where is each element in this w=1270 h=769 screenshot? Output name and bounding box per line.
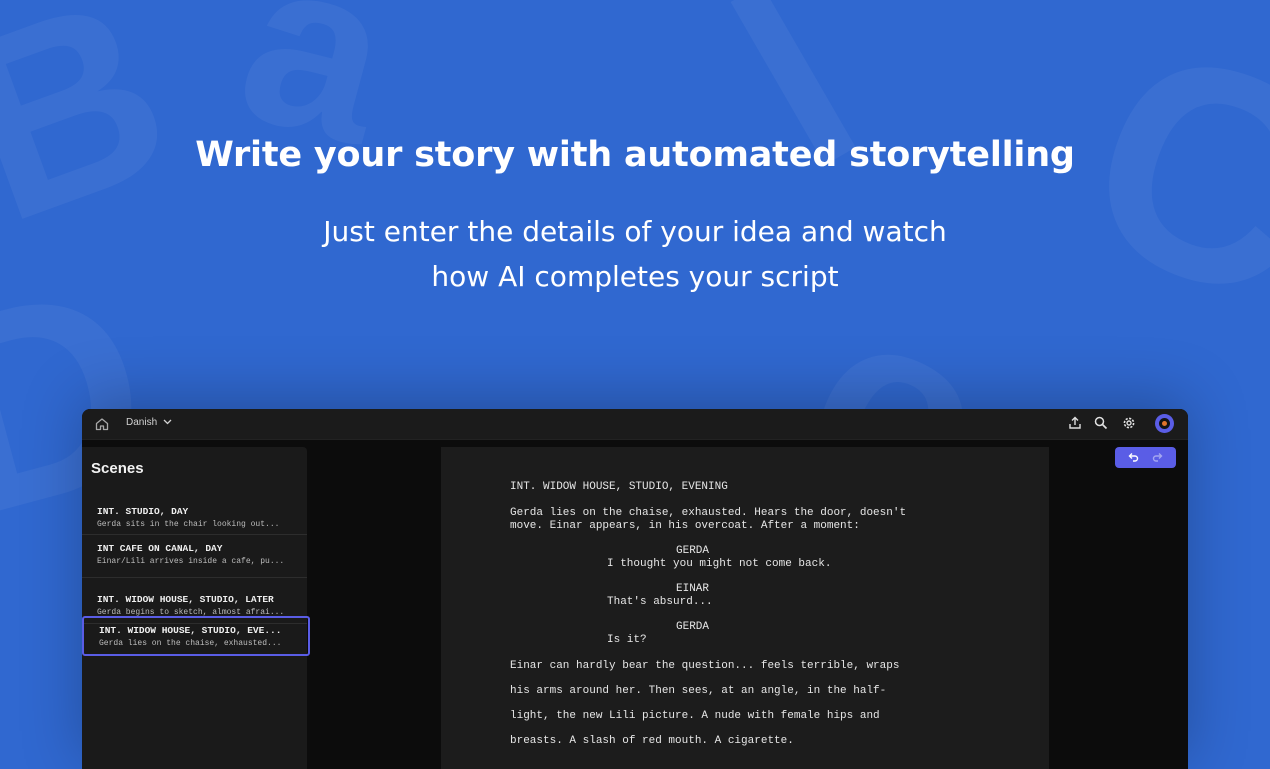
scenes-sidebar: Scenes INT. STUDIO, DAY Gerda sits in th… — [82, 447, 310, 769]
scene-heading: INT. STUDIO, DAY — [97, 506, 189, 517]
upload-icon[interactable] — [1067, 415, 1083, 431]
dialogue-line: Is it? — [607, 634, 647, 646]
scene-summary: Gerda lies on the chaise, exhausted... — [99, 639, 282, 648]
gear-icon[interactable] — [1121, 415, 1137, 431]
dialogue-line: That's absurd... — [607, 596, 713, 608]
app-window: Danish Scenes INT. STUDIO, DAY Gerda sit… — [82, 409, 1188, 769]
search-icon[interactable] — [1093, 415, 1109, 431]
script-page[interactable]: INT. WIDOW HOUSE, STUDIO, EVENING Gerda … — [441, 447, 1049, 769]
chevron-down-icon — [163, 419, 172, 425]
scene-item-active[interactable]: INT. WIDOW HOUSE, STUDIO, EVE... Gerda l… — [82, 616, 310, 656]
character-name: EINAR — [676, 583, 710, 595]
undo-redo-toolbar — [1115, 447, 1176, 468]
character-name: GERDA — [676, 621, 710, 633]
undo-icon[interactable] — [1127, 452, 1139, 463]
scene-item[interactable]: INT. STUDIO, DAY Gerda sits in the chair… — [82, 499, 307, 535]
scene-item[interactable]: INT CAFE ON CANAL, DAY Einar/Lili arrive… — [82, 538, 307, 578]
scene-heading: INT. WIDOW HOUSE, STUDIO, LATER — [97, 594, 274, 605]
top-bar: Danish — [82, 409, 1188, 440]
page-subheadline: Just enter the details of your idea and … — [235, 209, 1035, 299]
action-line: Einar can hardly bear the question... fe… — [510, 660, 900, 672]
home-icon[interactable] — [94, 416, 110, 432]
scene-summary: Gerda sits in the chair looking out... — [97, 520, 280, 529]
action-line: light, the new Lili picture. A nude with… — [510, 710, 880, 722]
scene-heading-text: INT. WIDOW HOUSE, STUDIO, EVENING — [510, 481, 728, 493]
scene-summary: Einar/Lili arrives inside a cafe, pu... — [97, 557, 285, 566]
redo-icon[interactable] — [1152, 452, 1164, 463]
dialogue-line: I thought you might not come back. — [607, 558, 832, 570]
scene-heading: INT. WIDOW HOUSE, STUDIO, EVE... — [99, 625, 282, 636]
action-line: his arms around her. Then sees, at an an… — [510, 685, 887, 697]
subheadline-line-2: how AI completes your script — [431, 260, 839, 293]
page-headline: Write your story with automated storytel… — [195, 135, 1075, 175]
avatar[interactable] — [1155, 414, 1174, 433]
character-name: GERDA — [676, 545, 710, 557]
sidebar-title: Scenes — [91, 460, 144, 477]
action-line: breasts. A slash of red mouth. A cigaret… — [510, 735, 794, 747]
language-label: Danish — [126, 417, 158, 428]
scene-heading: INT CAFE ON CANAL, DAY — [97, 543, 223, 554]
action-line: move. Einar appears, in his overcoat. Af… — [510, 520, 860, 532]
language-selector[interactable]: Danish — [126, 417, 172, 428]
action-line: Gerda lies on the chaise, exhausted. Hea… — [510, 507, 907, 519]
subheadline-line-1: Just enter the details of your idea and … — [323, 215, 947, 248]
